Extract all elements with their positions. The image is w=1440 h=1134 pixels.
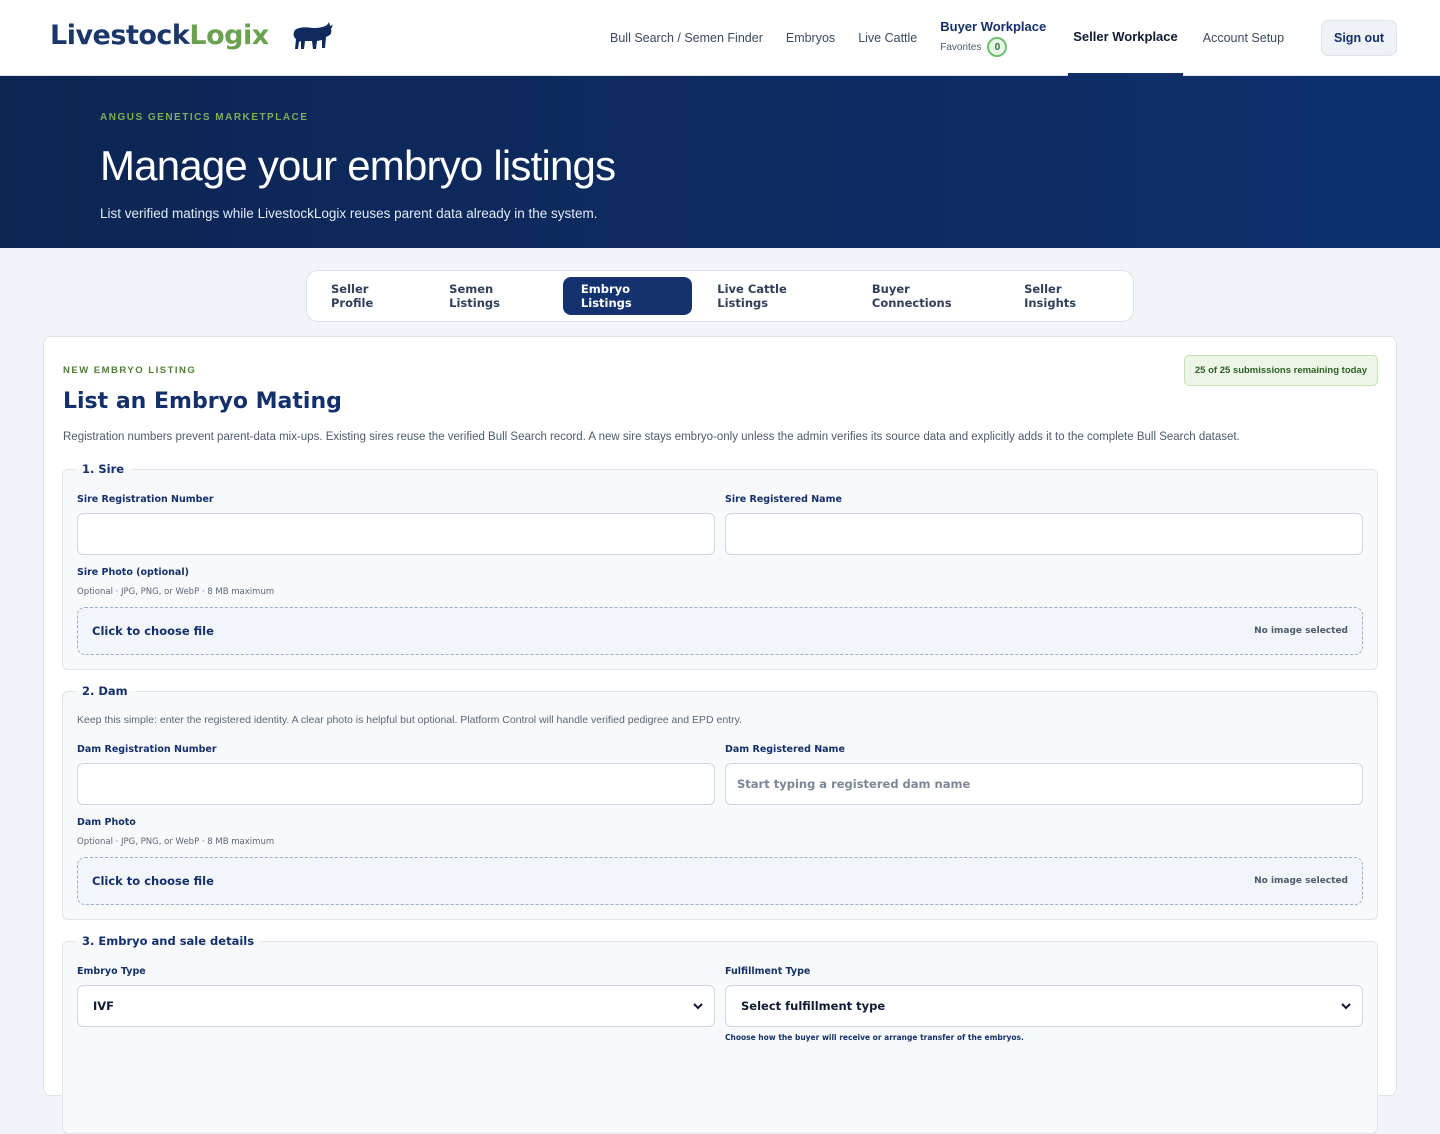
buyer-workplace-label: Buyer Workplace <box>940 19 1047 34</box>
dam-no-image: No image selected <box>1254 876 1348 886</box>
nav-buyer-workplace[interactable]: Buyer Workplace Favorites 0 <box>940 19 1046 57</box>
chevron-down-icon <box>693 1003 703 1010</box>
dam-registration-input[interactable] <box>77 763 715 805</box>
hero-subtitle: List verified matings while LivestockLog… <box>100 206 598 221</box>
top-navigation: Livestock Logix Bull Search / Semen Finde… <box>0 0 1440 76</box>
sire-section: 1. Sire Sire Registration Number Sire Re… <box>62 462 1378 670</box>
fulfillment-type-label: Fulfillment Type <box>725 966 811 977</box>
hero-kicker: ANGUS GENETICS MARKETPLACE <box>100 112 309 123</box>
main-nav: Bull Search / Semen Finder Embryos Live … <box>598 0 1307 76</box>
bull-icon <box>293 21 333 49</box>
sire-no-image: No image selected <box>1254 626 1348 636</box>
dam-name-label: Dam Registered Name <box>725 744 845 755</box>
hero-banner: ANGUS GENETICS MARKETPLACE Manage your e… <box>0 76 1440 248</box>
nav-account-setup[interactable]: Account Setup <box>1203 31 1284 45</box>
embryo-type-value: IVF <box>93 999 115 1013</box>
tab-buyer-connections[interactable]: Buyer Connections <box>854 277 999 315</box>
page-title: Manage your embryo listings <box>100 142 616 189</box>
embryo-listing-form: NEW EMBRYO LISTING 25 of 25 submissions … <box>43 336 1397 1134</box>
dam-note: Keep this simple: enter the registered i… <box>77 714 742 726</box>
tab-seller-profile[interactable]: Seller Profile <box>313 277 424 315</box>
sire-name-input[interactable] <box>725 513 1363 555</box>
sire-legend: 1. Sire <box>82 462 125 476</box>
sign-out-button[interactable]: Sign out <box>1321 20 1397 56</box>
submissions-remaining-badge: 25 of 25 submissions remaining today <box>1183 355 1378 386</box>
tab-seller-insights[interactable]: Seller Insights <box>1006 277 1126 315</box>
nav-embryos[interactable]: Embryos <box>786 31 835 45</box>
sire-photo-dropzone[interactable]: Click to choose file No image selected <box>77 607 1363 655</box>
dam-photo-hint: Optional · JPG, PNG, or WebP · 8 MB maxi… <box>77 837 275 847</box>
brand-name-accent: Logix <box>189 20 269 51</box>
dam-photo-dropzone[interactable]: Click to choose file No image selected <box>77 857 1363 905</box>
sire-reg-label: Sire Registration Number <box>77 494 214 505</box>
fulfillment-type-value: Select fulfillment type <box>741 999 886 1013</box>
brand-logo[interactable]: Livestock Logix <box>50 20 335 51</box>
dam-section: 2. Dam Keep this simple: enter the regis… <box>62 684 1378 920</box>
nav-bull-search[interactable]: Bull Search / Semen Finder <box>610 31 763 45</box>
sire-photo-label: Sire Photo (optional) <box>77 567 189 578</box>
nav-live-cattle[interactable]: Live Cattle <box>858 31 917 45</box>
embryo-details-section: 3. Embryo and sale details Embryo Type I… <box>62 934 1378 1134</box>
sire-name-label: Sire Registered Name <box>725 494 842 505</box>
details-legend: 3. Embryo and sale details <box>82 934 255 948</box>
form-intro: Registration numbers prevent parent-data… <box>63 431 1240 443</box>
tab-semen-listings[interactable]: Semen Listings <box>431 277 556 315</box>
chevron-down-icon <box>1341 1003 1351 1010</box>
favorites-label: Favorites <box>940 41 982 53</box>
fulfillment-type-select[interactable]: Select fulfillment type <box>725 985 1363 1027</box>
embryo-type-select[interactable]: IVF <box>77 985 715 1027</box>
dam-choose-file[interactable]: Click to choose file <box>92 874 214 888</box>
dam-name-input[interactable] <box>725 763 1363 805</box>
sire-registration-input[interactable] <box>77 513 715 555</box>
form-kicker: NEW EMBRYO LISTING <box>63 365 197 376</box>
tab-live-cattle-listings[interactable]: Live Cattle Listings <box>699 277 847 315</box>
sire-choose-file[interactable]: Click to choose file <box>92 624 214 638</box>
dam-legend: 2. Dam <box>82 684 128 698</box>
favorites-link[interactable]: Favorites 0 <box>940 37 1046 57</box>
seller-tabs: Seller Profile Semen Listings Embryo Lis… <box>306 270 1134 322</box>
fulfillment-hint: Choose how the buyer will receive or arr… <box>725 1033 1024 1042</box>
form-title: List an Embryo Mating <box>63 389 342 414</box>
dam-photo-label: Dam Photo <box>77 817 136 828</box>
dam-reg-label: Dam Registration Number <box>77 744 217 755</box>
tab-embryo-listings[interactable]: Embryo Listings <box>562 277 693 315</box>
embryo-type-label: Embryo Type <box>77 966 146 977</box>
sire-photo-hint: Optional · JPG, PNG, or WebP · 8 MB maxi… <box>77 587 275 597</box>
favorites-count-badge: 0 <box>987 37 1008 57</box>
brand-name: Livestock <box>50 20 190 51</box>
nav-seller-workplace[interactable]: Seller Workplace <box>1068 0 1183 76</box>
